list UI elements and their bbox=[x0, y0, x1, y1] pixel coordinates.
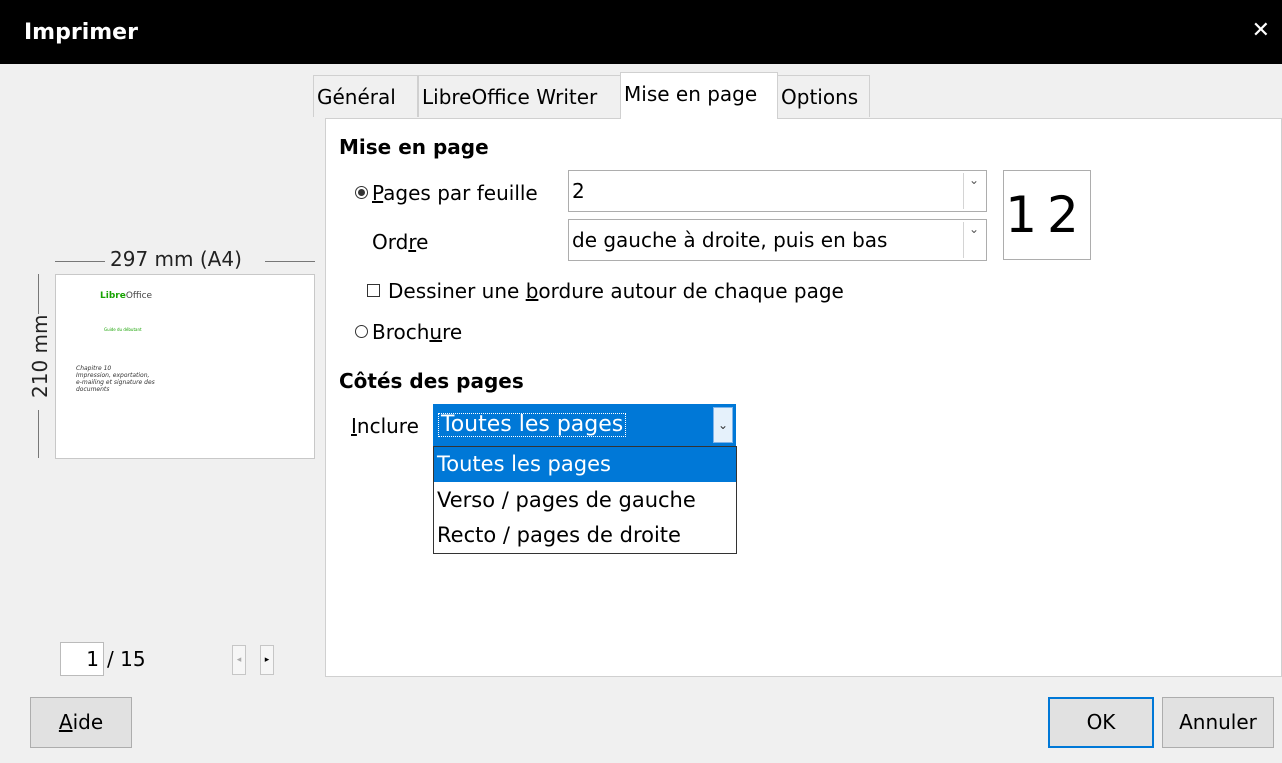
chevron-down-icon: ⌄ bbox=[963, 173, 984, 209]
tab-libreoffice-writer[interactable]: LibreOffice Writer bbox=[418, 75, 621, 117]
tab-options[interactable]: Options bbox=[777, 75, 870, 117]
chevron-down-icon: ⌄ bbox=[963, 222, 984, 258]
current-page-input[interactable]: 1 bbox=[60, 642, 104, 676]
dropdown-option-back-left-pages[interactable]: Verso / pages de gauche bbox=[434, 483, 736, 518]
layout-section-heading: Mise en page bbox=[339, 135, 489, 159]
include-value: Toutes les pages bbox=[438, 413, 627, 437]
include-select[interactable]: Toutes les pages ⌄ bbox=[433, 404, 736, 446]
close-icon[interactable]: ✕ bbox=[1252, 20, 1270, 42]
page-order-preview: 12 bbox=[1003, 170, 1091, 260]
dropdown-option-front-right-pages[interactable]: Recto / pages de droite bbox=[434, 518, 736, 553]
title-bar: Imprimer ✕ bbox=[0, 0, 1282, 64]
dropdown-option-all-pages[interactable]: Toutes les pages bbox=[434, 447, 736, 482]
page-height-label: 210 mm bbox=[28, 314, 52, 399]
sides-section-heading: Côtés des pages bbox=[339, 369, 524, 393]
cancel-button[interactable]: Annuler bbox=[1162, 697, 1274, 748]
draw-border-label: Dessiner une bordure autour de chaque pa… bbox=[388, 279, 844, 303]
include-label: Inclure bbox=[351, 414, 419, 438]
preview-chapter-title: Chapitre 10 Impression, exportation, e-m… bbox=[76, 365, 155, 393]
brochure-label: Brochure bbox=[372, 320, 463, 344]
order-value: de gauche à droite, puis en bas bbox=[572, 228, 888, 252]
page-width-label: 297 mm (A4) bbox=[110, 247, 242, 271]
width-dimension-line-left bbox=[55, 261, 105, 262]
next-page-button[interactable]: ▸ bbox=[260, 645, 274, 675]
order-label: Ordre bbox=[372, 230, 429, 254]
draw-border-checkbox[interactable] bbox=[367, 284, 380, 297]
preview-subtitle: Guide du débutant bbox=[104, 327, 142, 332]
print-preview-page: LibreOffice Guide du débutant Chapitre 1… bbox=[55, 274, 315, 459]
page-count: / 15 bbox=[107, 647, 146, 671]
pages-per-sheet-label: Pages par feuille bbox=[372, 181, 538, 205]
order-select[interactable]: de gauche à droite, puis en bas ⌄ bbox=[568, 219, 987, 261]
brochure-radio[interactable] bbox=[355, 325, 368, 338]
libreoffice-logo: LibreOffice bbox=[100, 291, 153, 301]
height-dimension-line-bottom bbox=[38, 410, 39, 458]
height-dimension-line-top bbox=[38, 274, 39, 314]
chevron-down-icon: ⌄ bbox=[713, 407, 733, 443]
include-dropdown-list: Toutes les pages Verso / pages de gauche… bbox=[433, 446, 737, 554]
tab-page-layout[interactable]: Mise en page bbox=[620, 72, 778, 119]
window-title: Imprimer bbox=[24, 20, 138, 45]
pages-per-sheet-value: 2 bbox=[572, 179, 585, 203]
width-dimension-line-right bbox=[265, 261, 315, 262]
pages-per-sheet-radio[interactable] bbox=[355, 186, 368, 199]
previous-page-button[interactable]: ◂ bbox=[232, 645, 246, 675]
help-button[interactable]: Aide bbox=[30, 697, 132, 748]
ok-button[interactable]: OK bbox=[1048, 697, 1154, 748]
tab-general[interactable]: Général bbox=[313, 75, 418, 117]
pages-per-sheet-select[interactable]: 2 ⌄ bbox=[568, 170, 987, 212]
